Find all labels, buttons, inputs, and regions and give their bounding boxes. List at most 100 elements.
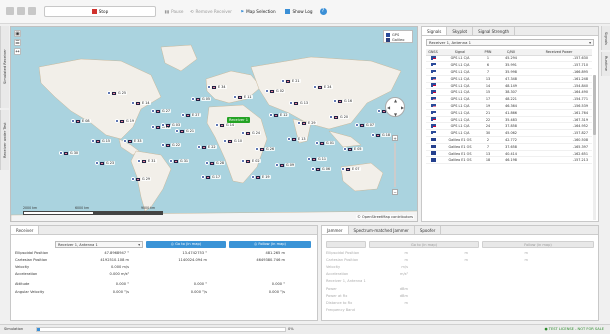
satellite-marker[interactable]: E 22 — [197, 145, 217, 149]
satellite-marker[interactable]: G 19 — [115, 119, 136, 123]
tab-signal-strength[interactable]: Signal Strength — [473, 27, 515, 35]
map-measure-button[interactable]: ↔ — [14, 48, 21, 55]
signals-side-tab[interactable]: Signals — [601, 26, 610, 50]
satellite-marker[interactable]: G 16 — [333, 99, 354, 103]
satellite-marker[interactable]: G 02 — [265, 89, 286, 93]
satellite-marker[interactable]: G 14 — [215, 123, 236, 127]
satellite-marker[interactable]: E 12 — [269, 113, 289, 117]
jammer-select[interactable] — [326, 241, 366, 248]
delete-icon[interactable] — [28, 7, 36, 15]
satellite-marker[interactable]: E 34 — [207, 85, 227, 89]
scrollbar-thumb[interactable] — [593, 75, 596, 135]
receiver-antenna-select[interactable]: Receiver 1, Antenna 1 ▾ — [55, 241, 143, 248]
satellite-marker[interactable]: E 33 — [123, 139, 143, 143]
signal-row[interactable]: GPS L1 C/A 19 46.364 -156.539 — [426, 102, 592, 110]
satellite-marker[interactable]: G 25 — [107, 91, 128, 95]
satellite-marker[interactable]: G 10 — [223, 139, 244, 143]
satellite-marker[interactable]: G 31 — [169, 159, 190, 163]
satellite-marker[interactable]: G 24 — [241, 131, 262, 135]
pan-up-icon[interactable]: ▲ — [394, 98, 397, 103]
satellite-marker[interactable]: E 31 — [137, 159, 157, 163]
map-layers-button[interactable]: ☰ — [14, 39, 21, 46]
receiver-under-test-tab[interactable]: Receiver under Test — [0, 110, 9, 170]
zoom-out-button[interactable]: − — [392, 189, 398, 195]
remove-receiver-button[interactable]: ⟲ Remove Receiver — [188, 6, 234, 17]
stop-button[interactable]: Stop — [44, 6, 156, 17]
signals-scrollbar[interactable] — [593, 75, 596, 220]
satellite-marker[interactable]: G 11 — [307, 157, 328, 161]
satellite-marker[interactable]: G 29 — [131, 177, 152, 181]
world-map[interactable]: ▣ ☰ ↔ GPS Galileo G 25 E 14 G 27 G 05 G 21 E … — [10, 26, 418, 222]
save-icon[interactable] — [17, 7, 25, 15]
runtime-side-tab[interactable]: Runtime — [601, 52, 610, 76]
goto-in-map-button[interactable]: ◎ Go to (in map) — [146, 241, 226, 248]
zoom-in-button[interactable]: + — [392, 135, 398, 141]
satellite-marker[interactable]: G 17 — [201, 175, 222, 179]
tab-signals[interactable]: Signals — [422, 27, 448, 35]
map-fullscreen-button[interactable]: ▣ — [14, 30, 21, 37]
satellite-marker[interactable]: E 21 — [281, 79, 301, 83]
signal-row[interactable]: GPS L1 C/A 24 37.858 -164.952 — [426, 122, 592, 131]
satellite-marker[interactable]: E 24 — [313, 85, 333, 89]
satellite-marker[interactable]: E 29 — [297, 121, 317, 125]
satellite-marker[interactable]: G 18 — [371, 133, 392, 137]
satellite-marker[interactable]: G 13 — [289, 101, 310, 105]
satellite-marker[interactable]: E 14 — [131, 101, 151, 105]
new-icon[interactable] — [6, 7, 14, 15]
satellite-marker[interactable]: G 03 — [161, 123, 182, 127]
satellite-marker[interactable]: G 07 — [355, 123, 376, 127]
pause-button[interactable]: ▮▮ Pause — [162, 6, 186, 17]
satellite-marker[interactable]: E 19 — [251, 175, 271, 179]
tab-spectrum-matched-jammer[interactable]: Spectrum-matched Jammer — [349, 226, 415, 234]
satellite-marker[interactable]: G 20 — [329, 115, 350, 119]
satellite-marker[interactable]: G 15 — [91, 139, 112, 143]
jammer-goto-button[interactable]: Go to (in map) — [369, 241, 479, 248]
signal-row[interactable]: GPS L1 C/A 13 47.348 -161.248 — [426, 75, 592, 83]
signal-row[interactable]: GPS L1 C/A 14 48.149 -154.840 — [426, 82, 592, 90]
satellite-marker[interactable]: E 11 — [233, 95, 253, 99]
signal-row[interactable]: Galileo E1 OS 18 46.198 -157.213 — [426, 156, 592, 165]
satellite-marker[interactable]: E 27 — [181, 113, 201, 117]
pan-right-icon[interactable]: ▶ — [401, 105, 404, 110]
satellite-marker[interactable]: G 30 — [59, 151, 80, 155]
receiver-select[interactable]: Receiver 1, Antenna 1 ▾ — [426, 39, 594, 46]
map-selection-button[interactable]: ⚑ Map Selection — [236, 6, 280, 17]
signal-row[interactable]: GPS L1 C/A 21 41.866 -161.764 — [426, 109, 592, 117]
satellite-marker[interactable]: G 23 — [95, 161, 116, 165]
jammer-follow-button[interactable]: Follow (in map) — [482, 241, 594, 248]
signal-row[interactable]: GPS L1 C/A 17 48.221 -154.771 — [426, 95, 592, 104]
satellite-marker[interactable]: G 21 — [175, 129, 196, 133]
signal-row[interactable]: Galileo E1 OS 13 40.414 -162.651 — [426, 150, 592, 158]
satellite-marker[interactable]: E 13 — [287, 137, 307, 141]
signal-row[interactable]: GPS L1 C/A 15 38.307 -164.490 — [426, 88, 592, 97]
satellite-marker[interactable]: G 28 — [205, 161, 226, 165]
satellite-marker[interactable]: E 08 — [71, 119, 91, 123]
signal-row[interactable]: GPS L1 C/A 1 45.294 -157.630 — [426, 55, 592, 63]
signal-row[interactable]: GPS L1 C/A 7 35.998 -166.895 — [426, 68, 592, 76]
satellite-marker[interactable]: G 27 — [151, 109, 172, 113]
tab-receiver[interactable]: Receiver — [11, 226, 40, 234]
show-log-button[interactable]: Show Log — [283, 6, 315, 17]
pan-left-icon[interactable]: ◀ — [387, 105, 390, 110]
signal-row[interactable]: GPS L1 C/A 6 35.991 -157.710 — [426, 61, 592, 70]
pan-down-icon[interactable]: ▼ — [394, 112, 397, 117]
zoom-slider[interactable] — [394, 143, 396, 187]
satellite-marker[interactable]: G 09 — [275, 163, 296, 167]
satellite-marker[interactable]: G 26 — [255, 147, 276, 151]
signal-row[interactable]: GPS L1 C/A 22 35.483 -167.319 — [426, 116, 592, 124]
satellite-marker[interactable]: G 05 — [191, 97, 212, 101]
satellite-marker[interactable]: G 06 — [311, 167, 332, 171]
follow-in-map-button[interactable]: ◎ Follow (in map) — [229, 241, 311, 248]
satellite-marker[interactable]: E 07 — [341, 167, 361, 171]
map-pan-control[interactable]: ▲ ▼ ◀ ▶ — [385, 97, 405, 117]
help-button[interactable]: ? — [318, 6, 328, 17]
satellite-marker[interactable]: G 01 — [315, 141, 336, 145]
tab-jammer[interactable]: Jammer — [322, 226, 349, 234]
tab-skyplot[interactable]: Skyplot — [447, 27, 474, 35]
simulated-receiver-tab[interactable]: Simulated Receiver — [0, 26, 9, 108]
receiver-marker[interactable]: Receiver 1 — [227, 117, 250, 123]
signal-row[interactable]: Galileo E1 OS 7 37.658 -165.397 — [426, 143, 592, 151]
tab-spoofer[interactable]: Spoofer — [415, 226, 442, 234]
satellite-marker[interactable]: E 02 — [241, 159, 261, 163]
signal-row[interactable]: Galileo E1 OS 2 42.772 -160.508 — [426, 136, 592, 144]
